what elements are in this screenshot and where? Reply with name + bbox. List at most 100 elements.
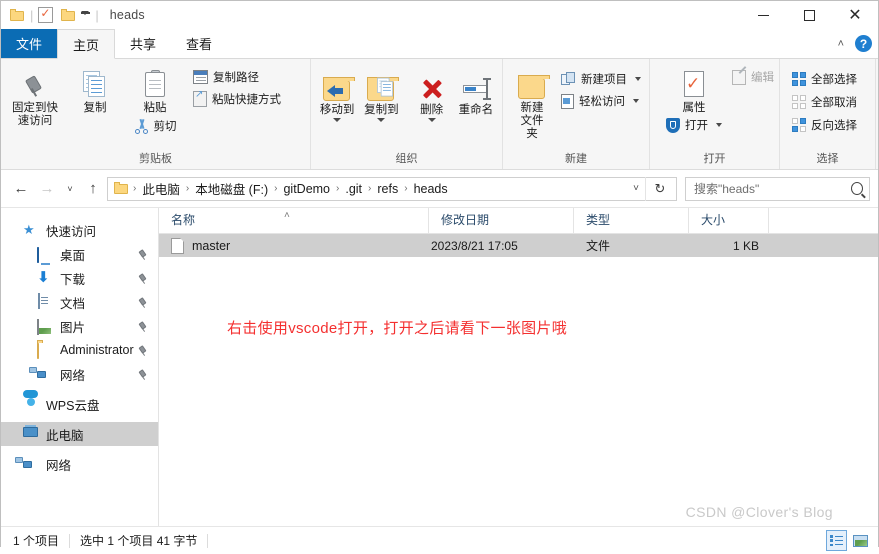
pin-icon[interactable] [137,321,148,332]
tab-strip-right: ˄ ? [833,29,872,58]
chevron-down-icon[interactable] [716,123,722,127]
sidebar-item-this-pc[interactable]: 此电脑 [1,422,158,446]
chevron-down-icon[interactable] [81,10,90,19]
back-button[interactable]: ← [9,177,33,201]
paste-button[interactable]: 粘贴 [125,63,185,115]
paste-shortcut-button[interactable]: 粘贴快捷方式 [189,89,285,109]
sidebar-item-administrator[interactable]: Administrator [1,338,158,362]
breadcrumb-separator[interactable]: › [366,183,373,194]
tab-share[interactable]: 共享 [115,29,171,58]
sidebar-item-wps-cloud[interactable]: WPS云盘 [1,392,158,416]
column-header-size[interactable]: 大小 [689,208,769,233]
pin-icon[interactable] [137,273,148,284]
scissors-icon [134,119,149,134]
new-folder-icon[interactable] [61,8,76,22]
close-icon: ✕ [848,5,862,24]
details-view-button[interactable] [826,530,847,551]
search-box[interactable] [685,176,870,201]
sidebar-item-desktop[interactable]: 桌面 [1,242,158,266]
window-controls: ✕ [740,1,878,29]
breadcrumb-item-refs[interactable]: refs [373,180,402,198]
breadcrumb-separator[interactable]: › [272,183,279,194]
properties-icon[interactable] [38,6,54,23]
delete-button[interactable]: 删除 [410,65,454,122]
open-button[interactable]: 打开 [662,115,726,135]
edit-button[interactable]: 编辑 [728,67,778,87]
shield-open-icon [666,117,680,133]
copy-path-label: 复制路径 [213,72,259,84]
breadcrumb-bar[interactable]: › 此电脑 › 本地磁盘 (F:) › gitDemo › .git › ref… [107,176,677,201]
breadcrumb-item-gitdemo[interactable]: gitDemo [279,180,334,198]
downloads-icon: ⬇ [37,269,50,286]
chevron-down-icon[interactable] [377,118,386,122]
up-button[interactable]: ↑ [81,177,105,201]
new-folder-icon [517,66,550,100]
sidebar-item-pictures[interactable]: 图片 [1,314,158,338]
pin-icon[interactable] [137,297,148,308]
recent-locations-button[interactable]: ˅ [61,177,79,201]
sidebar-item-network-quick[interactable]: 网络 [1,362,158,386]
close-button[interactable]: ✕ [832,1,878,29]
column-header-name[interactable]: 名称 ˄ [159,208,429,233]
refresh-button[interactable]: ↻ [645,176,674,201]
breadcrumb-item-git[interactable]: .git [341,180,366,198]
cut-button[interactable]: 剪切 [125,116,185,136]
folder-icon[interactable] [10,8,25,22]
breadcrumb-separator[interactable]: › [131,183,138,194]
move-to-button[interactable]: 移动到 [315,65,359,122]
address-dropdown-icon[interactable]: ˅ [627,183,645,194]
tab-home[interactable]: 主页 [57,29,116,59]
breadcrumb-separator[interactable]: › [334,183,341,194]
large-icons-view-button[interactable] [851,531,870,550]
minimize-button[interactable] [740,1,786,29]
tab-file[interactable]: 文件 [1,29,58,58]
sidebar-item-quick-access[interactable]: ★ 快速访问 [1,218,158,242]
select-all-button[interactable]: 全部选择 [788,69,861,89]
maximize-icon [803,9,815,21]
annotation-text: 右击使用vscode打开，打开之后请看下一张图片哦 [227,320,568,337]
collapse-ribbon-icon[interactable]: ˄ [833,36,849,52]
new-item-icon [561,72,576,86]
copy-path-button[interactable]: 复制路径 [189,67,285,87]
new-folder-button[interactable]: 新建 文件夹 [513,63,551,141]
file-explorer-window: | | heads ✕ 文件 主页 共享 查看 ˄ ? [0,0,879,554]
chevron-down-icon[interactable] [427,118,436,122]
group-label-new: 新建 [565,153,587,165]
sidebar-item-documents[interactable]: 文档 [1,290,158,314]
ribbon: 固定到快 速访问 复制 粘贴 剪切 复制路径 ↗ 粘贴快捷方式 剪贴板 移动到 … [1,59,878,170]
table-row[interactable]: master 2023/8/21 17:05 文件 1 KB [159,234,878,257]
properties-button[interactable]: ✓ 属性 [667,63,721,115]
select-none-button[interactable]: 全部取消 [788,92,861,112]
column-header-date-modified[interactable]: 修改日期 [429,208,574,233]
search-input[interactable] [692,180,851,197]
easy-access-button[interactable]: 轻松访问 [557,91,645,111]
rename-button[interactable]: 重命名 [454,65,498,117]
pin-to-quick-access-button[interactable]: 固定到快 速访问 [5,63,65,128]
search-icon[interactable] [851,182,863,195]
breadcrumb-separator[interactable]: › [184,183,191,194]
breadcrumb-item-heads[interactable]: heads [410,180,452,198]
pin-icon[interactable] [137,345,148,356]
breadcrumb-item-this-pc[interactable]: 此电脑 [138,177,184,200]
copy-to-button[interactable]: 复制到 [359,65,403,122]
status-bar: 1 个项目 选中 1 个项目 41 字节 [1,526,878,554]
chevron-down-icon[interactable] [333,118,342,122]
pin-icon[interactable] [137,249,148,260]
breadcrumb-item-drive-f[interactable]: 本地磁盘 (F:) [191,177,272,200]
invert-selection-button[interactable]: 反向选择 [788,115,861,135]
new-item-button[interactable]: 新建项目 [557,69,645,89]
forward-button[interactable]: → [35,177,59,201]
sidebar-item-network[interactable]: 网络 [1,452,158,476]
chevron-down-icon[interactable] [633,99,639,103]
breadcrumb-separator[interactable]: › [402,183,409,194]
column-header-type[interactable]: 类型 [574,208,689,233]
maximize-button[interactable] [786,1,832,29]
pin-icon[interactable] [137,369,148,380]
help-icon[interactable]: ? [855,35,872,52]
chevron-down-icon[interactable] [635,77,641,81]
tab-view[interactable]: 查看 [171,29,227,58]
paste-shortcut-icon [193,89,207,107]
copy-button[interactable]: 复制 [65,63,125,115]
sidebar-item-downloads[interactable]: ⬇ 下载 [1,266,158,290]
ribbon-group-select: 全部选择 全部取消 反向选择 选择 [780,59,876,169]
